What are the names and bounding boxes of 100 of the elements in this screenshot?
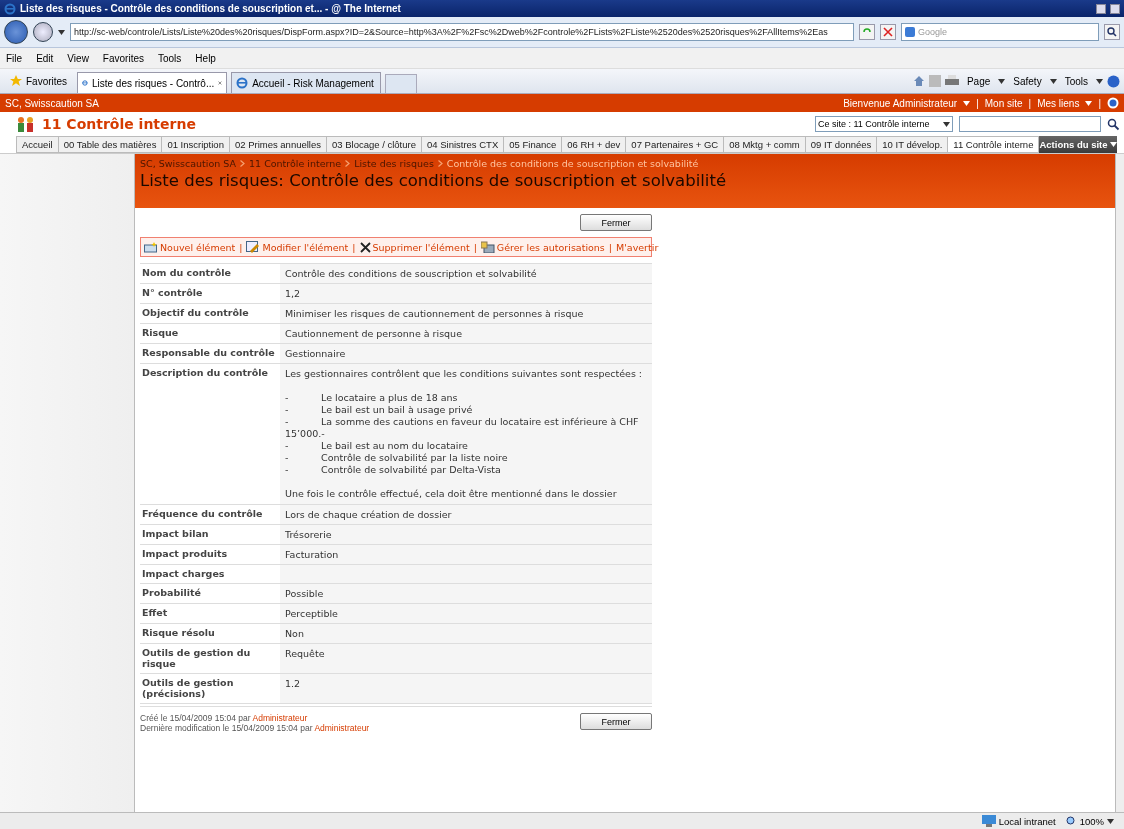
toolbar-link[interactable]: Modifier l'élément [246, 241, 349, 253]
close-button[interactable]: Fermer [580, 214, 652, 231]
nav-tab[interactable]: 07 Partenaires + GC [626, 136, 725, 153]
page-title: Liste des risques: Contrôle des conditions de souscription et solvabilité [140, 171, 728, 190]
caret-icon [943, 121, 950, 127]
zoom-icon [1065, 815, 1077, 827]
nav-tab[interactable]: 08 Mktg + comm [724, 136, 806, 153]
toolbar-link[interactable]: Gérer les autorisations [480, 241, 605, 253]
modified-info: Dernière modification le 15/04/2009 15:04 par Administrateur [140, 723, 370, 733]
welcome-menu[interactable]: Bienvenue Administrateur [843, 97, 958, 109]
browser-tab[interactable]: Liste des risques - Contrô... [77, 72, 228, 93]
minimize-button[interactable] [1096, 3, 1106, 14]
separator: | [239, 241, 243, 253]
created-info: Créé le 15/04/2009 15:04 par Administrateur [140, 713, 309, 723]
menu-item[interactable]: Favorites [102, 52, 144, 64]
author-link[interactable]: Administrateur [314, 723, 370, 733]
site-link[interactable]: Mon site [984, 97, 1023, 109]
nav-tab[interactable]: 00 Table des matières [58, 136, 163, 153]
help-icon[interactable] [1107, 74, 1120, 88]
command-menu[interactable]: Page [966, 75, 991, 87]
search-icon[interactable] [1104, 24, 1120, 40]
chevron-icon [240, 160, 246, 167]
new-item-icon [144, 241, 158, 253]
print-icon[interactable] [944, 75, 959, 87]
caret-icon [1049, 78, 1057, 84]
stop-icon[interactable] [880, 24, 896, 40]
menu-item[interactable]: Help [195, 52, 216, 64]
close-button[interactable]: Fermer [580, 713, 652, 730]
caret-icon [963, 100, 971, 106]
search-scope-dropdown[interactable]: Ce site : 11 Contrôle interne [815, 116, 953, 132]
nav-tab[interactable]: 04 Sinistres CTX [422, 136, 505, 153]
field-value: Non [280, 624, 652, 644]
field-value: Les gestionnaires contrôlent que les conditions suivantes sont respectées : - Le locataire a plus de 18 ans - Le bail est un bail à usage privé - La somme des cautions en faveur du locataire est inférieure à CHF 15’000.- - Le bail est au nom du locataire - Contrôle de solvabilité par la liste noire - Contrôle de solvabilité par Delta-Vista Une fois le contrôle effectué, cela doit être mentionné dans le dossier [280, 364, 652, 505]
star-icon [10, 75, 22, 87]
nav-tab[interactable]: 11 Contrôle interne [948, 136, 1040, 153]
separator: | [352, 241, 356, 253]
field-value: Gestionnaire [280, 344, 652, 364]
maximize-button[interactable] [1110, 3, 1120, 14]
menu-item[interactable]: Edit [36, 52, 54, 64]
home-icon[interactable] [912, 75, 925, 87]
site-link[interactable]: Mes liens [1037, 97, 1080, 109]
separator: | [473, 241, 477, 253]
delete-icon [359, 241, 371, 253]
toolbar-link[interactable]: Supprimer l'élément [359, 241, 470, 253]
field-value: Possible [280, 584, 652, 604]
site-name: SC, Swisscaution SA [5, 97, 100, 109]
menu-item[interactable]: View [67, 52, 89, 64]
separator: | [608, 241, 612, 253]
caret-icon [998, 78, 1006, 84]
site-search-field[interactable] [959, 116, 1101, 132]
caret-icon [1085, 100, 1093, 106]
author-link[interactable]: Administrateur [252, 713, 308, 723]
field-value: Trésorerie [280, 525, 652, 545]
separator: | [1028, 97, 1032, 109]
command-menu[interactable]: Tools [1064, 75, 1088, 87]
site-title: 11 Contrôle interne [42, 116, 197, 132]
separator: | [976, 97, 979, 109]
field-value: Facturation [280, 545, 652, 565]
network-icon [981, 815, 996, 827]
chevron-icon [437, 160, 443, 167]
toolbar-link[interactable]: Nouvel élément [144, 241, 236, 253]
separator: | [1098, 97, 1101, 109]
forward-button[interactable] [33, 22, 53, 42]
security-zone: Local intranet [981, 815, 1056, 827]
back-button[interactable] [4, 20, 28, 44]
field-value: Lors de chaque création de dossier [280, 505, 652, 525]
edit-icon [246, 241, 261, 253]
menu-item[interactable]: Tools [158, 52, 182, 64]
nav-tab[interactable]: 10 IT dévelop. [877, 136, 949, 153]
field-value: Perceptible [280, 604, 652, 624]
search-icon[interactable] [1107, 117, 1120, 131]
refresh-icon[interactable] [859, 24, 875, 40]
help-icon[interactable] [1107, 97, 1119, 109]
field-value: 1.2 [280, 674, 652, 704]
window-title: Liste des risques - Contrôle des conditions de souscription et... - @ The Internet [20, 3, 402, 14]
field-value: Contrôle des conditions de souscription et solvabilité [280, 264, 652, 284]
browser-tab[interactable]: Accueil - Risk Management [231, 72, 382, 93]
field-value: Cautionnement de personne à risque [280, 324, 652, 344]
nav-tab[interactable]: 09 IT données [805, 136, 878, 153]
nav-tab[interactable]: 05 Finance [504, 136, 563, 153]
field-value: Requête [280, 644, 652, 674]
address-field[interactable]: http://sc-web/controle/Lists/Liste%20des%20risques/DispForm.aspx?ID=2&Source=http%3A%2F%2Fsc%2Dweb%2Fcontrole%2FLists%2FListe%2520des%2520risques%2FAllItems%2Eas [70, 23, 854, 41]
nav-tab[interactable]: Accueil [16, 136, 59, 153]
page-icon [236, 77, 249, 89]
caret-icon [58, 29, 65, 35]
people-icon [16, 116, 36, 132]
browser-icon [4, 2, 16, 15]
menu-item[interactable]: File [6, 52, 23, 64]
close-icon[interactable] [218, 79, 223, 87]
favorites-button[interactable]: Favorites [4, 71, 74, 91]
caret-icon [1096, 78, 1103, 84]
field-value: 1,2 [280, 284, 652, 304]
nav-tab[interactable]: 01 Inscription [162, 136, 230, 153]
toolbar-link[interactable]: M'avertir [616, 241, 659, 253]
nav-tab[interactable]: 03 Blocage / clôture [327, 136, 422, 153]
nav-tab[interactable]: 06 RH + dev [562, 136, 627, 153]
nav-tab[interactable]: 02 Primes annuelles [229, 136, 327, 153]
site-actions-menu[interactable]: Actions du site [1039, 136, 1118, 153]
command-menu[interactable]: Safety [1013, 75, 1042, 87]
zoom-control[interactable]: 100% [1065, 815, 1114, 827]
